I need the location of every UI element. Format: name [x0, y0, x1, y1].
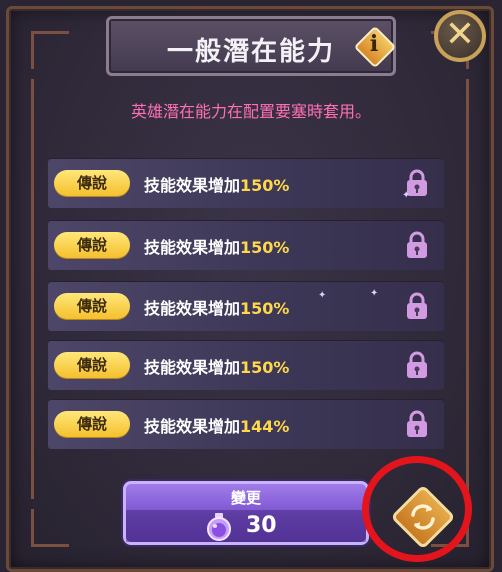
grade-badge: 傳說 [54, 232, 130, 258]
sparkle-decoration: ✦ [370, 288, 379, 299]
effect-text: 技能效果增加150% [144, 299, 290, 318]
info-glyph: i [369, 31, 379, 57]
panel-subtitle: 英雄潛在能力在配置要塞時套用。 [130, 102, 371, 121]
change-button[interactable]: 變更 30 [123, 481, 369, 545]
potential-row: 傳說 技能效果增加150% [48, 220, 444, 270]
effect-text: 技能效果增加150% [144, 358, 290, 377]
frame-corner [31, 509, 69, 547]
highlight-ring [362, 456, 472, 562]
info-button[interactable]: i [353, 25, 397, 69]
lock-icon[interactable] [404, 291, 430, 321]
grade-badge: 傳說 [54, 411, 130, 437]
potential-row: 傳說 技能效果增加150% [48, 281, 444, 331]
sparkle-decoration: ✦ [402, 190, 411, 201]
potential-row: 傳說 技能效果增加150% [48, 340, 444, 390]
grade-badge: 傳說 [54, 352, 130, 378]
lock-icon[interactable] [404, 409, 430, 439]
cost-value: 30 [246, 513, 277, 538]
frame-corner [31, 31, 69, 69]
potion-icon [207, 513, 231, 541]
effect-text: 技能效果增加150% [144, 176, 290, 195]
potential-row: 傳說 技能效果增加150% [48, 158, 444, 208]
panel-title: 一般潛在能力 [166, 37, 335, 67]
lock-icon[interactable] [404, 230, 430, 260]
grade-badge: 傳說 [54, 293, 130, 319]
close-button[interactable]: ✕ [434, 10, 486, 62]
frame-line [466, 79, 469, 499]
lock-icon[interactable] [404, 350, 430, 380]
frame-line [31, 79, 34, 499]
potential-row: 傳說 技能效果增加144% [48, 399, 444, 449]
change-label: 變更 [230, 489, 261, 507]
cost-row: 30 [126, 510, 366, 542]
effect-text: 技能效果增加144% [144, 417, 290, 436]
close-icon: ✕ [444, 14, 476, 55]
sparkle-decoration: ✦ [318, 290, 327, 301]
title-plate: 一般潛在能力 [106, 16, 396, 76]
effect-text: 技能效果增加150% [144, 238, 290, 257]
grade-badge: 傳說 [54, 170, 130, 196]
